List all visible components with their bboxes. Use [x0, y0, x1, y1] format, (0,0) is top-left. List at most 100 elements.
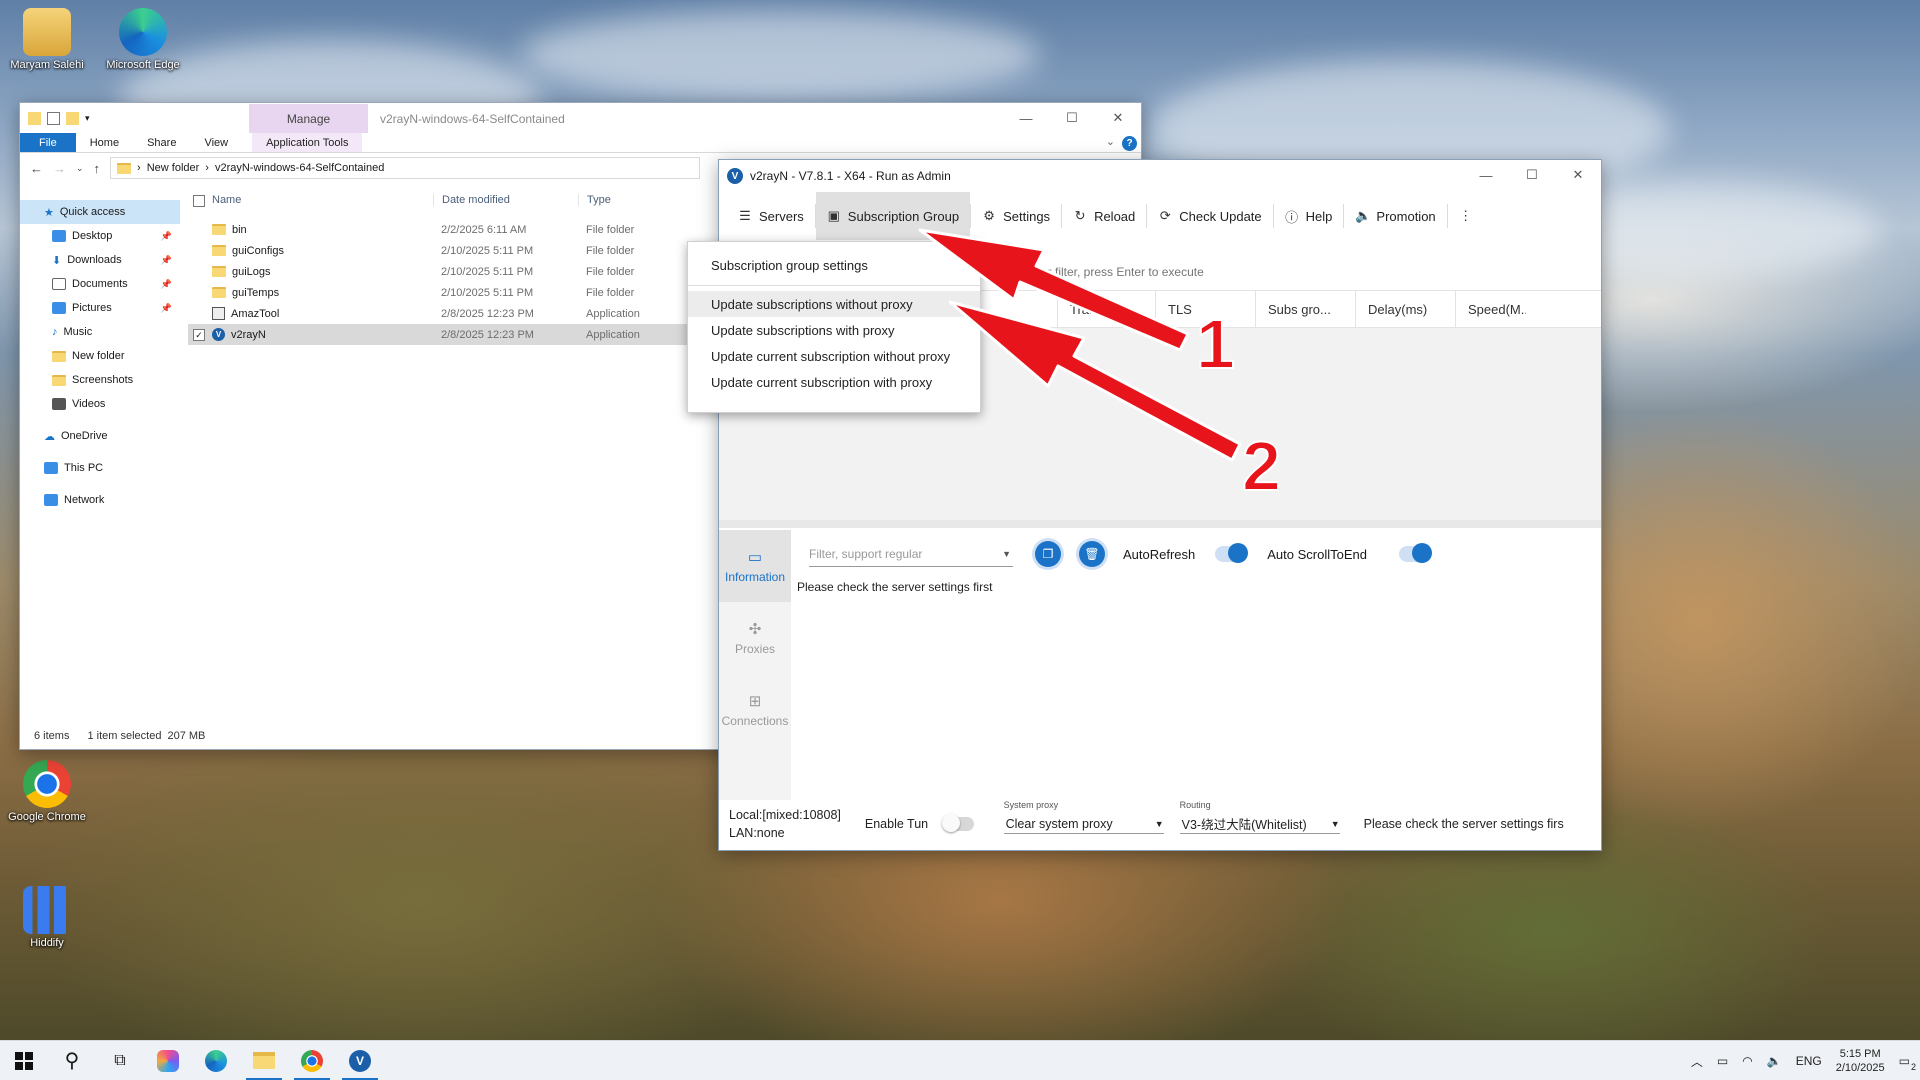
new-folder-icon[interactable]: [66, 111, 79, 125]
chevron-up-icon[interactable]: ︿: [1691, 1053, 1703, 1070]
menu-item-group-settings[interactable]: Subscription group settings: [688, 252, 980, 278]
nav-item-videos[interactable]: Videos: [20, 392, 180, 416]
volume-icon[interactable]: 🔈: [1767, 1054, 1782, 1068]
system-proxy-select[interactable]: System proxy Clear system proxy ▼: [1003, 800, 1164, 834]
column-subs-group[interactable]: Subs gro...: [1256, 291, 1356, 327]
menu-item-update-with-proxy[interactable]: Update subscriptions with proxy: [688, 317, 980, 343]
nav-item-desktop[interactable]: Desktop 📌: [20, 224, 180, 248]
tab-proxies[interactable]: ✣ Proxies: [719, 602, 791, 674]
taskbar-chrome[interactable]: [288, 1041, 336, 1080]
clock[interactable]: 5:15 PM 2/10/2025: [1836, 1047, 1885, 1075]
maximize-icon[interactable]: ☐: [1049, 103, 1095, 133]
column-tls[interactable]: TLS: [1156, 291, 1256, 327]
start-button[interactable]: [0, 1041, 48, 1080]
ribbon-tab-view[interactable]: View: [190, 133, 242, 152]
pin-icon: 📌: [160, 302, 172, 313]
nav-item-screenshots[interactable]: Screenshots: [20, 368, 180, 392]
column-speed[interactable]: Speed(M...: [1456, 291, 1526, 327]
reload-button[interactable]: ↻ Reload: [1062, 192, 1146, 240]
nav-item-downloads[interactable]: ⬇ Downloads 📌: [20, 248, 180, 272]
settings-button[interactable]: ⚙ Settings: [971, 192, 1061, 240]
log-filter-combo[interactable]: Filter, support regular ▼: [809, 541, 1013, 567]
subscription-group-button[interactable]: ▣ Subscription Group: [815, 192, 971, 240]
forward-arrow-icon[interactable]: →: [53, 161, 66, 176]
routing-select[interactable]: Routing V3-绕过大陆(Whitelist) ▼: [1179, 800, 1340, 834]
chevron-down-icon[interactable]: ⌄: [1106, 135, 1115, 148]
column-delay[interactable]: Delay(ms): [1356, 291, 1456, 327]
breadcrumb-item[interactable]: v2rayN-windows-64-SelfContained: [215, 162, 384, 174]
copy-log-button[interactable]: ❐: [1035, 541, 1061, 567]
check-update-button[interactable]: ⟳ Check Update: [1147, 192, 1272, 240]
file-row[interactable]: AmazTool 2/8/2025 12:23 PM Application: [188, 303, 743, 324]
nav-item-quick-access[interactable]: ★ Quick access: [20, 200, 180, 224]
nav-item-new-folder[interactable]: New folder: [20, 344, 180, 368]
file-row[interactable]: bin 2/2/2025 6:11 AM File folder: [188, 219, 743, 240]
column-header-name[interactable]: Name: [188, 194, 433, 207]
nav-item-documents[interactable]: Documents 📌: [20, 272, 180, 296]
desktop-icon-user-folder[interactable]: Maryam Salehi: [4, 8, 90, 71]
nav-item-music[interactable]: ♪ Music: [20, 320, 180, 344]
servers-button[interactable]: ☰ Servers: [727, 192, 815, 240]
task-view-button[interactable]: ⧉: [96, 1041, 144, 1080]
menu-item-update-current-without-proxy[interactable]: Update current subscription without prox…: [688, 343, 980, 369]
file-row[interactable]: guiTemps 2/10/2025 5:11 PM File folder: [188, 282, 743, 303]
file-row-selected[interactable]: ✓ Vv2rayN 2/8/2025 12:23 PM Application: [188, 324, 743, 345]
up-arrow-icon[interactable]: ↑: [94, 161, 101, 176]
taskbar-file-explorer[interactable]: [240, 1041, 288, 1080]
clear-log-button[interactable]: 🗑: [1079, 541, 1105, 567]
copilot-button[interactable]: [144, 1041, 192, 1080]
manage-tab[interactable]: Manage: [249, 104, 368, 133]
minimize-icon[interactable]: —: [1463, 160, 1509, 190]
menu-item-update-current-with-proxy[interactable]: Update current subscription with proxy: [688, 369, 980, 395]
ribbon-tab-home[interactable]: Home: [76, 133, 133, 152]
recent-locations-icon[interactable]: ⌄: [76, 163, 84, 174]
auto-scroll-toggle[interactable]: [1399, 543, 1432, 563]
help-button[interactable]: ⓘ Help: [1274, 192, 1344, 240]
user-folder-icon: [23, 8, 71, 56]
ribbon-tab-share[interactable]: Share: [133, 133, 190, 152]
maximize-icon[interactable]: ☐: [1509, 160, 1555, 190]
tab-connections[interactable]: ⊞ Connections: [719, 674, 791, 746]
taskbar-edge[interactable]: [192, 1041, 240, 1080]
tab-information[interactable]: ▭ Information: [719, 530, 791, 602]
properties-icon[interactable]: [47, 111, 60, 125]
column-transport[interactable]: Transport: [1058, 291, 1156, 327]
back-arrow-icon[interactable]: ←: [30, 161, 43, 176]
close-icon[interactable]: ✕: [1555, 160, 1601, 190]
nav-item-network[interactable]: Network: [20, 488, 180, 512]
server-filter-input[interactable]: [1035, 265, 1225, 279]
file-row[interactable]: guiLogs 2/10/2025 5:11 PM File folder: [188, 261, 743, 282]
breadcrumb-item[interactable]: New folder: [147, 162, 200, 174]
close-icon[interactable]: ✕: [1095, 103, 1141, 133]
desktop-icon-edge[interactable]: Microsoft Edge: [100, 8, 186, 71]
nav-item-onedrive[interactable]: ☁ OneDrive: [20, 424, 180, 448]
promotion-button[interactable]: 🔈 Promotion: [1344, 192, 1446, 240]
wifi-icon[interactable]: ◠: [1742, 1054, 1752, 1068]
nav-item-this-pc[interactable]: This PC: [20, 456, 180, 480]
language-indicator[interactable]: ENG: [1796, 1054, 1822, 1068]
desktop-icon-chrome[interactable]: Google Chrome: [4, 760, 90, 823]
search-button[interactable]: ⚲: [48, 1041, 96, 1080]
select-all-checkbox[interactable]: [193, 194, 205, 207]
breadcrumb[interactable]: › New folder › v2rayN-windows-64-SelfCon…: [110, 157, 701, 179]
notification-center-button[interactable]: ▭ 2: [1899, 1054, 1916, 1072]
column-blank[interactable]: [979, 291, 1058, 327]
customize-quick-access-icon[interactable]: ▾: [85, 113, 90, 124]
file-row[interactable]: guiConfigs 2/10/2025 5:11 PM File folder: [188, 240, 743, 261]
column-header-date[interactable]: Date modified: [433, 193, 578, 206]
menu-item-update-without-proxy[interactable]: Update subscriptions without proxy: [688, 291, 980, 317]
minimize-icon[interactable]: —: [1003, 103, 1049, 133]
pane-splitter[interactable]: [719, 520, 1601, 528]
taskbar-v2rayn[interactable]: V: [336, 1041, 384, 1080]
enable-tun-toggle[interactable]: [941, 814, 974, 833]
ribbon-tab-file[interactable]: File: [20, 133, 76, 152]
nav-item-pictures[interactable]: Pictures 📌: [20, 296, 180, 320]
more-options-button[interactable]: ⋮: [1448, 192, 1484, 240]
desktop-icon-hiddify[interactable]: Hiddify: [4, 886, 90, 949]
auto-refresh-toggle[interactable]: [1215, 543, 1249, 563]
row-checkbox-checked[interactable]: ✓: [193, 328, 205, 341]
column-header-type[interactable]: Type: [578, 193, 698, 206]
ribbon-tab-application-tools[interactable]: Application Tools: [252, 133, 363, 152]
help-icon[interactable]: ?: [1122, 136, 1137, 151]
battery-icon[interactable]: ▭: [1717, 1054, 1728, 1068]
